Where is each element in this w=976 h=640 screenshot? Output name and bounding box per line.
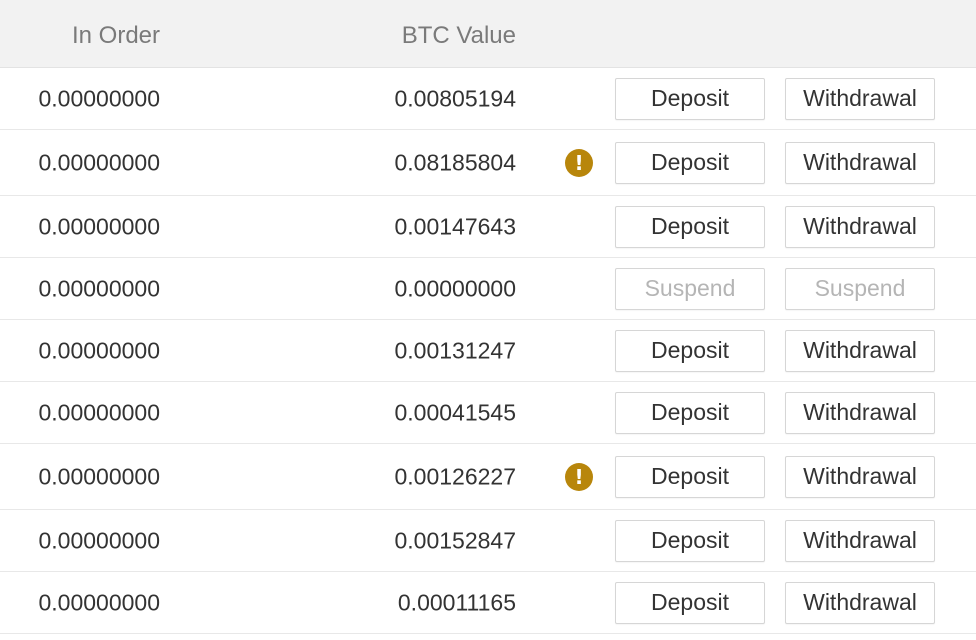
withdrawal-button[interactable]: Withdrawal: [785, 391, 935, 434]
withdrawal-button[interactable]: Withdrawal: [785, 205, 935, 248]
exclamation-circle-icon[interactable]: !: [565, 148, 593, 177]
column-header-in-order[interactable]: In Order: [72, 22, 160, 50]
table-row: 0.00000000 0.00000000 Suspend Suspend: [0, 258, 976, 320]
btc-value: 0.00011165: [397, 589, 516, 615]
btc-value: 0.00152847: [394, 527, 516, 553]
in-order-value: 0.00000000: [38, 399, 160, 425]
in-order-value: 0.00000000: [38, 527, 160, 553]
btc-value: 0.00147643: [394, 213, 516, 239]
table-row: 0.00000000 0.00011165 Deposit Withdrawal: [0, 572, 976, 634]
in-order-value: 0.00000000: [38, 275, 160, 301]
btc-value: 0.00041545: [394, 399, 516, 425]
withdrawal-button[interactable]: Withdrawal: [785, 141, 935, 184]
btc-value: 0.00000000: [394, 275, 516, 301]
withdrawal-button[interactable]: Withdrawal: [785, 329, 935, 372]
table-row: 0.00000000 0.00152847 Deposit Withdrawal: [0, 510, 976, 572]
in-order-value: 0.00000000: [38, 85, 160, 111]
deposit-button[interactable]: Deposit: [615, 455, 765, 498]
deposit-button[interactable]: Deposit: [615, 581, 765, 624]
exclamation-circle-icon[interactable]: !: [565, 462, 593, 491]
in-order-value: 0.00000000: [38, 463, 160, 489]
column-header-btc-value[interactable]: BTC Value: [402, 22, 516, 50]
in-order-value: 0.00000000: [38, 337, 160, 363]
in-order-value: 0.00000000: [38, 589, 160, 615]
table-row: 0.00000000 0.00131247 Deposit Withdrawal: [0, 320, 976, 382]
deposit-button[interactable]: Deposit: [615, 391, 765, 434]
deposit-button[interactable]: Deposit: [615, 205, 765, 248]
deposit-button[interactable]: Deposit: [615, 141, 765, 184]
deposit-button[interactable]: Deposit: [615, 329, 765, 372]
table-row: 0.00000000 0.00147643 Deposit Withdrawal: [0, 196, 976, 258]
table-header: In Order BTC Value: [0, 0, 976, 68]
withdrawal-button[interactable]: Withdrawal: [785, 519, 935, 562]
table-row: 0.00000000 0.08185804 ! Deposit Withdraw…: [0, 130, 976, 196]
withdrawal-button[interactable]: Withdrawal: [785, 581, 935, 624]
deposit-button[interactable]: Deposit: [615, 77, 765, 120]
balances-table: In Order BTC Value 0.00000000 0.00805194…: [0, 0, 976, 634]
table-row: 0.00000000 0.00805194 Deposit Withdrawal: [0, 68, 976, 130]
table-row: 0.00000000 0.00126227 ! Deposit Withdraw…: [0, 444, 976, 510]
in-order-value: 0.00000000: [38, 213, 160, 239]
in-order-value: 0.00000000: [38, 149, 160, 175]
btc-value: 0.00131247: [394, 337, 516, 363]
btc-value: 0.00126227: [394, 463, 516, 489]
deposit-button[interactable]: Deposit: [615, 519, 765, 562]
table-row: 0.00000000 0.00041545 Deposit Withdrawal: [0, 382, 976, 444]
btc-value: 0.08185804: [394, 149, 516, 175]
withdrawal-button[interactable]: Withdrawal: [785, 455, 935, 498]
btc-value: 0.00805194: [394, 85, 516, 111]
withdrawal-button[interactable]: Withdrawal: [785, 77, 935, 120]
deposit-suspended-button: Suspend: [615, 267, 765, 310]
withdrawal-suspended-button: Suspend: [785, 267, 935, 310]
